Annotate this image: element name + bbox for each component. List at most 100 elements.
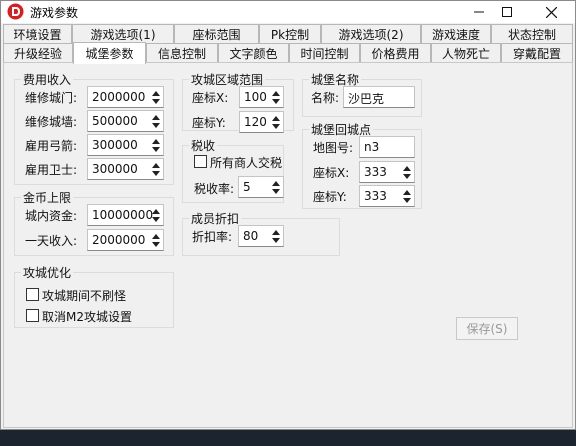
spin-up-icon	[151, 90, 160, 96]
daily-income-value: 2000000	[92, 233, 146, 247]
hire-archer-label: 雇用弓箭:	[25, 139, 78, 153]
tab-price-fees[interactable]: 价格费用	[360, 43, 431, 63]
discount-rate-label: 折扣率:	[192, 230, 233, 244]
spinner[interactable]	[399, 162, 414, 182]
tab-game-options-2[interactable]: 游戏选项(2)	[321, 24, 421, 44]
hire-guard-value: 300000	[92, 162, 138, 176]
spin-up-icon	[151, 233, 160, 239]
tab-label: 游戏速度	[431, 28, 480, 42]
daily-income-input[interactable]: 2000000	[87, 229, 164, 251]
tax-rate-label: 税收率:	[194, 182, 235, 196]
return-y-value: 333	[364, 189, 387, 203]
cancel-m2-checkbox[interactable]	[26, 309, 39, 322]
spin-down-icon	[151, 98, 160, 104]
spinner[interactable]	[148, 87, 163, 107]
spin-down-icon	[151, 216, 160, 222]
tab-game-speed[interactable]: 游戏速度	[421, 24, 491, 44]
spinner[interactable]	[268, 226, 283, 246]
all-merchants-tax-checkbox[interactable]	[194, 155, 207, 168]
siege-x-value: 100	[244, 90, 267, 104]
siege-y-input[interactable]: 120	[239, 111, 284, 133]
gate-repair-value: 2000000	[92, 90, 146, 104]
spin-up-icon	[151, 138, 160, 144]
spinner[interactable]	[268, 112, 283, 132]
spinner[interactable]	[148, 205, 163, 225]
spin-down-icon	[151, 122, 160, 128]
spin-down-icon	[271, 123, 280, 129]
tax-group: 税收 所有商人交税 税收率: 5	[182, 137, 284, 203]
return-map-value: n3	[364, 140, 380, 154]
return-x-input[interactable]: 333	[359, 161, 415, 183]
tab-player-death[interactable]: 人物死亡	[431, 43, 501, 63]
tab-info-control[interactable]: 信息控制	[146, 43, 218, 63]
gate-repair-input[interactable]: 2000000	[87, 86, 164, 108]
castle-name-value: 沙巴克	[348, 92, 385, 106]
hire-archer-input[interactable]: 300000	[87, 134, 164, 156]
discount-rate-input[interactable]: 80	[238, 225, 284, 247]
spinner[interactable]	[148, 230, 163, 250]
spin-down-icon	[151, 146, 160, 152]
fee-income-group: 费用收入 维修城门: 2000000 维修城墙: 500000 雇用弓箭: 30…	[14, 71, 174, 185]
siege-optimize-title: 攻城优化	[21, 264, 74, 281]
siege-x-input[interactable]: 100	[239, 86, 284, 108]
return-map-input[interactable]: n3	[359, 136, 415, 158]
spinner[interactable]	[268, 177, 283, 197]
title-bar: 游戏参数	[1, 1, 575, 23]
save-button[interactable]: 保存(S)	[456, 317, 518, 340]
tab-status-control[interactable]: 状态控制	[491, 24, 573, 44]
tab-coord-range[interactable]: 座标范围	[174, 24, 259, 44]
castle-name-input[interactable]: 沙巴克	[343, 86, 415, 108]
spin-up-icon	[271, 180, 280, 186]
castle-name-label: 名称:	[311, 91, 340, 105]
tab-label: 座标范围	[192, 28, 241, 42]
spin-up-icon	[151, 114, 160, 120]
tab-environment[interactable]: 环境设置	[3, 24, 72, 44]
tab-label: 价格费用	[371, 47, 420, 61]
spin-up-icon	[151, 162, 160, 168]
wall-repair-input[interactable]: 500000	[87, 110, 164, 132]
maximize-button[interactable]	[485, 1, 529, 23]
tax-rate-value: 5	[243, 180, 251, 194]
spinner[interactable]	[148, 111, 163, 131]
tab-game-options-1[interactable]: 游戏选项(1)	[72, 24, 174, 44]
tab-pk-control[interactable]: Pk控制	[259, 24, 321, 44]
no-refresh-label: 攻城期间不刷怪	[42, 289, 127, 303]
wall-repair-label: 维修城墙:	[25, 115, 78, 129]
spinner[interactable]	[148, 135, 163, 155]
spin-down-icon	[402, 197, 411, 203]
spin-down-icon	[151, 170, 160, 176]
member-discount-title: 成员折扣	[189, 210, 242, 227]
tab-label: 游戏选项(1)	[90, 28, 156, 42]
member-discount-group: 成员折扣 折扣率: 80	[182, 210, 340, 256]
tax-rate-input[interactable]: 5	[238, 176, 284, 198]
tab-time-control[interactable]: 时间控制	[289, 43, 360, 63]
siege-y-value: 120	[244, 115, 267, 129]
return-y-input[interactable]: 333	[359, 185, 415, 207]
castle-funds-input[interactable]: 10000000	[87, 204, 164, 226]
tab-label: 升级经验	[13, 47, 62, 61]
close-button[interactable]	[529, 1, 573, 23]
tab-label: 信息控制	[157, 47, 206, 61]
spin-up-icon	[402, 165, 411, 171]
tab-label: 时间控制	[300, 47, 349, 61]
tab-text-color[interactable]: 文字颜色	[218, 43, 289, 63]
spin-up-icon	[271, 90, 280, 96]
tab-label: 文字颜色	[229, 47, 278, 61]
tab-level-exp[interactable]: 升级经验	[3, 43, 73, 63]
return-y-label: 座标Y:	[313, 190, 347, 204]
spinner[interactable]	[148, 159, 163, 179]
spinner[interactable]	[268, 87, 283, 107]
spin-down-icon	[271, 237, 280, 243]
gold-limit-group: 金币上限 城内资金: 10000000 一天收入: 2000000	[14, 189, 174, 256]
tab-castle-params[interactable]: 城堡参数	[73, 42, 146, 64]
discount-rate-value: 80	[243, 229, 259, 243]
tab-label: 人物死亡	[441, 47, 490, 61]
save-button-label: 保存(S)	[466, 322, 508, 336]
daily-income-label: 一天收入:	[25, 234, 78, 248]
tab-equip-config[interactable]: 穿戴配置	[501, 43, 573, 63]
hire-guard-input[interactable]: 300000	[87, 158, 164, 180]
spin-down-icon	[271, 188, 280, 194]
spinner[interactable]	[399, 186, 414, 206]
tax-title: 税收	[189, 137, 218, 154]
no-refresh-checkbox[interactable]	[26, 288, 39, 301]
